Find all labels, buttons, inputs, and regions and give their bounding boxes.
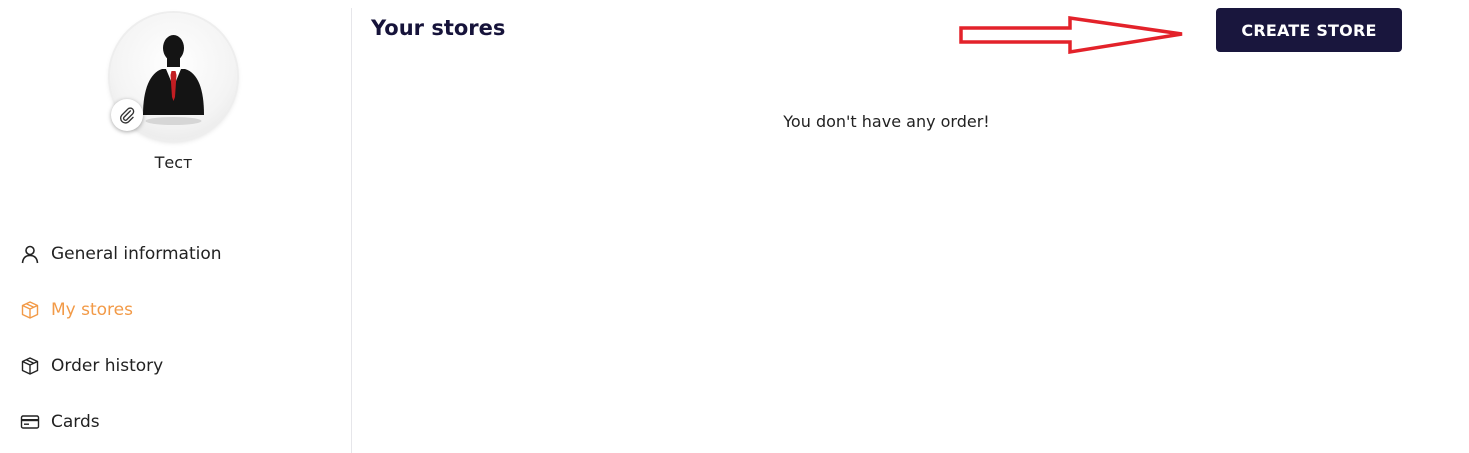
package-icon — [20, 356, 40, 376]
sidebar-item-order-history[interactable]: Order history — [20, 338, 222, 394]
sidebar-item-my-stores[interactable]: My stores — [20, 282, 222, 338]
box-icon — [20, 300, 40, 320]
sidebar: Тест General information My stores Order… — [0, 0, 352, 453]
paperclip-icon — [120, 107, 135, 124]
avatar-container — [110, 13, 237, 140]
sidebar-item-label: My stores — [51, 300, 133, 320]
empty-state-message: You don't have any order! — [783, 112, 990, 131]
user-name: Тест — [154, 153, 193, 172]
user-icon — [20, 244, 40, 264]
create-store-button[interactable]: CREATE STORE — [1216, 8, 1402, 52]
sidebar-item-label: General information — [51, 244, 222, 264]
annotation-arrow-icon — [959, 15, 1183, 55]
credit-card-icon — [20, 412, 40, 432]
sidebar-item-label: Cards — [51, 412, 100, 432]
sidebar-nav: General information My stores Order hist… — [20, 226, 222, 450]
sidebar-item-general-information[interactable]: General information — [20, 226, 222, 282]
sidebar-divider — [351, 8, 352, 453]
page-title: Your stores — [371, 16, 506, 40]
sidebar-item-cards[interactable]: Cards — [20, 394, 222, 450]
sidebar-item-label: Order history — [51, 356, 164, 376]
attach-photo-button[interactable] — [111, 99, 143, 131]
